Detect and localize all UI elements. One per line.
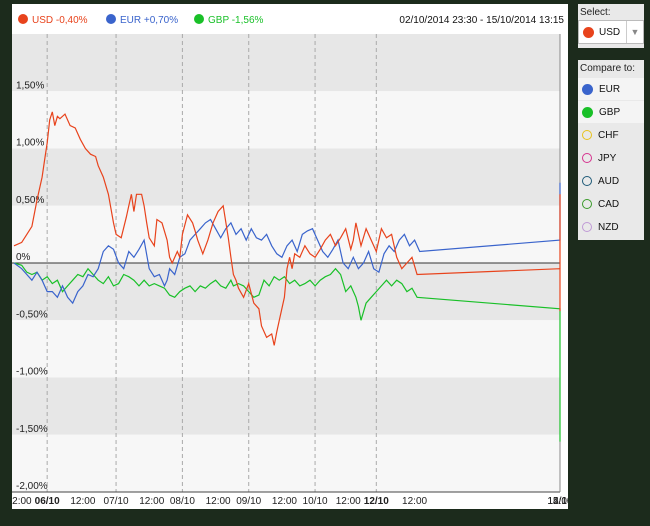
chevron-down-icon[interactable]: ▼ (626, 21, 643, 43)
x-tick-label: 12:00 (272, 496, 297, 507)
y-tick-label: 1,50% (16, 80, 44, 91)
plot-band (12, 34, 560, 92)
y-tick-label: -2,00% (16, 481, 48, 492)
legend-item-label: GBP -1,56% (208, 15, 264, 26)
compare-item-eur[interactable]: EUR (578, 78, 644, 100)
empty-circle-icon (582, 130, 592, 140)
x-tick-label: 07/10 (104, 496, 129, 507)
plot-band (12, 434, 560, 492)
x-tick-label: 09/10 (236, 496, 261, 507)
filled-circle-icon (582, 83, 593, 95)
y-tick-label: 1,00% (16, 138, 44, 149)
y-tick-label: 0,50% (16, 195, 44, 206)
currency-select[interactable]: USD ▼ (578, 20, 644, 44)
x-tick-label: 15/10 (547, 496, 568, 507)
empty-circle-icon (582, 153, 592, 163)
empty-circle-icon (582, 199, 592, 209)
compare-item-aud[interactable]: AUD (578, 170, 644, 192)
y-tick-label: 0% (16, 252, 31, 263)
x-tick-label: 12:00 (70, 496, 95, 507)
x-tick-label: 12:00 (12, 496, 32, 507)
filled-circle-icon (582, 106, 593, 118)
y-tick-label: -1,50% (16, 424, 48, 435)
legend-dot-icon (194, 14, 204, 24)
empty-circle-icon (582, 222, 592, 232)
compare-item-label: NZD (598, 221, 619, 233)
legend-dot-icon (18, 14, 28, 24)
sidebar: Select: USD ▼ Compare to: EUR GBP CHF JPY AU… (572, 0, 650, 526)
selected-currency-label: USD (599, 26, 621, 38)
compare-item-label: AUD (598, 175, 620, 187)
date-range: 02/10/2014 23:30 - 15/10/2014 13:15 (399, 15, 564, 26)
compare-item-nzd[interactable]: NZD (578, 216, 644, 238)
plot-band (12, 91, 560, 149)
compare-item-cad[interactable]: CAD (578, 193, 644, 215)
compare-item-gbp[interactable]: GBP (578, 101, 644, 123)
plot-band (12, 205, 560, 263)
x-tick-label: 10/10 (303, 496, 328, 507)
compare-item-label: CAD (598, 198, 620, 210)
compare-item-chf[interactable]: CHF (578, 124, 644, 146)
x-tick-label: 12/10 (364, 496, 389, 507)
plot-band (12, 320, 560, 378)
legend-item-label: USD -0,40% (32, 15, 88, 26)
x-tick-label: 12:00 (402, 496, 427, 507)
line-chart: 1,50% 1,00% 0,50% 0% -0,50% -1,00% -1,50% -2,00… (12, 14, 568, 507)
x-tick-label: 12:00 (139, 496, 164, 507)
plot-band (12, 377, 560, 435)
plot-band (12, 148, 560, 206)
y-tick-label: -0,50% (16, 309, 48, 320)
compare-item-label: GBP (599, 106, 621, 118)
compare-label: Compare to: (580, 63, 636, 74)
chart-panel: 1,50% 1,00% 0,50% 0% -0,50% -1,00% -1,50% -2,00… (12, 4, 568, 509)
compare-item-label: JPY (598, 152, 617, 164)
compare-item-label: CHF (598, 129, 619, 141)
empty-circle-icon (582, 176, 592, 186)
legend-item-label: EUR +0,70% (120, 15, 178, 26)
selected-currency-dot-icon (583, 26, 594, 38)
legend-dot-icon (106, 14, 116, 24)
y-tick-label: -1,00% (16, 367, 48, 378)
x-tick-label: 08/10 (170, 496, 195, 507)
x-tick-label: 12:00 (336, 496, 361, 507)
x-tick-label: 06/10 (35, 496, 60, 507)
compare-item-jpy[interactable]: JPY (578, 147, 644, 169)
compare-item-label: EUR (599, 83, 621, 95)
x-tick-label: 12:00 (206, 496, 231, 507)
select-label: Select: (580, 7, 611, 18)
